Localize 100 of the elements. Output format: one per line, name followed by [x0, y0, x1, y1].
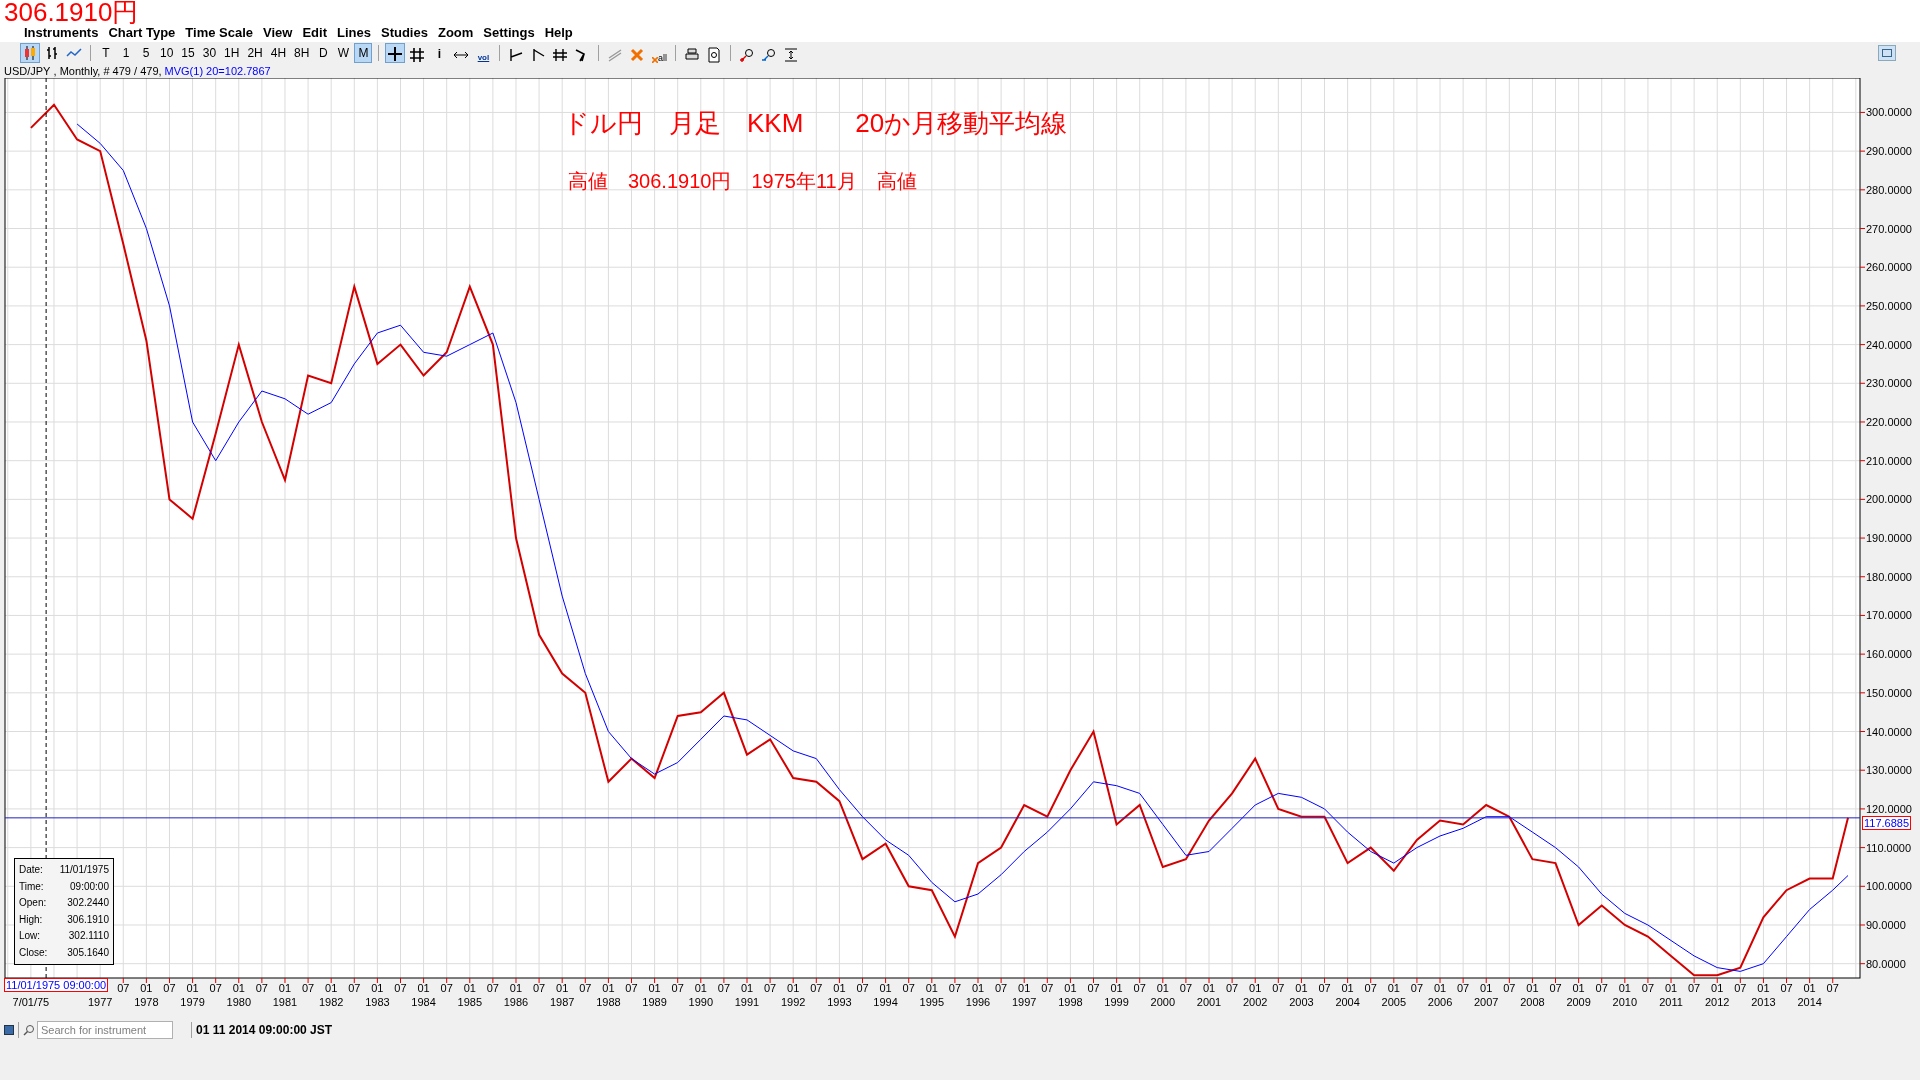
year-label: 1988	[596, 996, 621, 1008]
month-label: 07	[1410, 982, 1424, 994]
y-axis-label: 100.0000	[1866, 880, 1912, 893]
search-field[interactable]: Search for instrument	[37, 1021, 173, 1039]
y-axis-label: 190.0000	[1866, 532, 1912, 545]
candlestick-icon	[22, 45, 38, 61]
menu-item[interactable]: Instruments	[24, 25, 99, 41]
month-label: 01	[1664, 982, 1678, 994]
grid-icon	[409, 47, 426, 63]
month-label: 01	[648, 982, 661, 994]
delete-icon	[651, 57, 658, 63]
month-label: 01	[787, 982, 800, 994]
instrument-name: USD/JPY	[4, 64, 51, 78]
year-label: 1993	[827, 996, 852, 1008]
month-label: 07	[394, 982, 407, 994]
year-label: 1986	[503, 996, 529, 1008]
month-label: 01	[602, 982, 615, 994]
month-label: 01	[1202, 982, 1216, 994]
year-label: 2006	[1427, 996, 1453, 1008]
y-axis-label: 130.0000	[1866, 764, 1912, 777]
y-axis-label: 290.0000	[1866, 145, 1912, 158]
y-axis-label: 140.0000	[1866, 725, 1912, 738]
menu-item[interactable]: Lines	[337, 25, 371, 41]
timeframe-button[interactable]: 2H	[244, 43, 266, 63]
year-label: 1994	[873, 996, 898, 1008]
year-label: 1987	[549, 996, 575, 1008]
y-axis-label: 160.0000	[1866, 648, 1912, 661]
menu-item[interactable]: Edit	[302, 25, 327, 41]
timeframe-button[interactable]: T	[97, 43, 115, 63]
y-axis-label: 150.0000	[1866, 686, 1912, 699]
search-icon	[23, 1024, 35, 1036]
month-label: 01	[833, 982, 846, 994]
year-label: 1985	[457, 996, 483, 1008]
print-icon	[684, 47, 701, 63]
tool-button[interactable]: i	[429, 43, 450, 63]
y-axis-label: 110.0000	[1866, 841, 1912, 854]
tooltip-value: 11/01/1975	[59, 863, 109, 877]
timeframe-button[interactable]: 30	[199, 43, 220, 63]
year-label: 1980	[226, 996, 251, 1008]
year-label: 1999	[1104, 996, 1129, 1008]
month-label: 01	[509, 982, 523, 994]
year-label: 2007	[1474, 996, 1499, 1008]
menu-item[interactable]: View	[263, 25, 293, 41]
month-label: 07	[856, 982, 869, 994]
month-label: 01	[1618, 982, 1631, 994]
month-label: 07	[948, 982, 962, 994]
month-label: 07	[1179, 982, 1193, 994]
timeframe-button[interactable]: 15	[178, 43, 198, 63]
tooltip-value: 302.2440	[67, 896, 109, 910]
month-label: 01	[925, 982, 938, 994]
tool-button[interactable]	[385, 43, 406, 63]
timeframe-button[interactable]: M	[354, 43, 373, 63]
y-axis-label: 250.0000	[1866, 299, 1912, 312]
year-label: 1977	[87, 996, 113, 1008]
month-label: 07	[810, 982, 823, 994]
menu-item[interactable]: Chart Type	[108, 25, 176, 41]
month-label: 07	[117, 982, 130, 994]
month-label: 07	[1826, 982, 1839, 994]
instrument-info: , Monthly, # 479 / 479,	[52, 64, 162, 78]
year-label: 2014	[1797, 996, 1822, 1008]
current-price-label: 117.6885	[1862, 815, 1912, 830]
tooltip-value: 306.1910	[67, 912, 109, 927]
year-label: 1997	[1011, 996, 1037, 1008]
month-label: 01	[1711, 982, 1724, 994]
timeframe-button[interactable]: 4H	[267, 43, 290, 63]
month-label: 07	[1272, 982, 1285, 994]
tool-button[interactable]: all	[649, 43, 670, 63]
month-label: 07	[486, 982, 499, 994]
tool-button[interactable]: vol	[473, 43, 494, 63]
tooltip-label: Open:	[19, 896, 47, 910]
timeframe-button[interactable]: W	[334, 43, 353, 63]
menu-item[interactable]: Zoom	[437, 25, 474, 41]
timeframe-button[interactable]: 5	[137, 43, 155, 63]
menu-item[interactable]: Time Scale	[185, 25, 254, 41]
month-label: 01	[186, 982, 199, 994]
timeframe-button[interactable]: 1	[117, 43, 135, 63]
month-label: 01	[740, 982, 754, 994]
timeframe-button[interactable]: 10	[157, 43, 177, 63]
y-axis-label: 230.0000	[1866, 377, 1912, 390]
panel-button[interactable]	[1878, 45, 1896, 61]
tooltip-label: Date:	[19, 863, 43, 877]
year-label: 1978	[134, 996, 159, 1008]
menu-item[interactable]: Settings	[483, 25, 535, 41]
year-label: 2000	[1150, 996, 1176, 1008]
timeframe-button[interactable]: D	[314, 43, 333, 63]
menu-item[interactable]: Help	[544, 25, 573, 41]
y-axis-label: 210.0000	[1866, 454, 1912, 467]
bar-chart-icon	[44, 45, 60, 61]
tooltip-label: High:	[19, 912, 43, 927]
year-label: 1979	[180, 996, 205, 1008]
timeframe-button[interactable]: 1H	[221, 43, 243, 63]
menu-item[interactable]: Studies	[380, 25, 428, 41]
year-label: 7/01/75	[12, 996, 50, 1008]
year-label: 1991	[734, 996, 760, 1008]
month-label: 07	[625, 982, 638, 994]
year-label: 1998	[1058, 996, 1083, 1008]
year-label: 2004	[1335, 996, 1360, 1008]
timeframe-button[interactable]: 8H	[291, 43, 313, 63]
y-axis-label: 90.0000	[1866, 919, 1906, 931]
window-icon	[1882, 49, 1892, 57]
